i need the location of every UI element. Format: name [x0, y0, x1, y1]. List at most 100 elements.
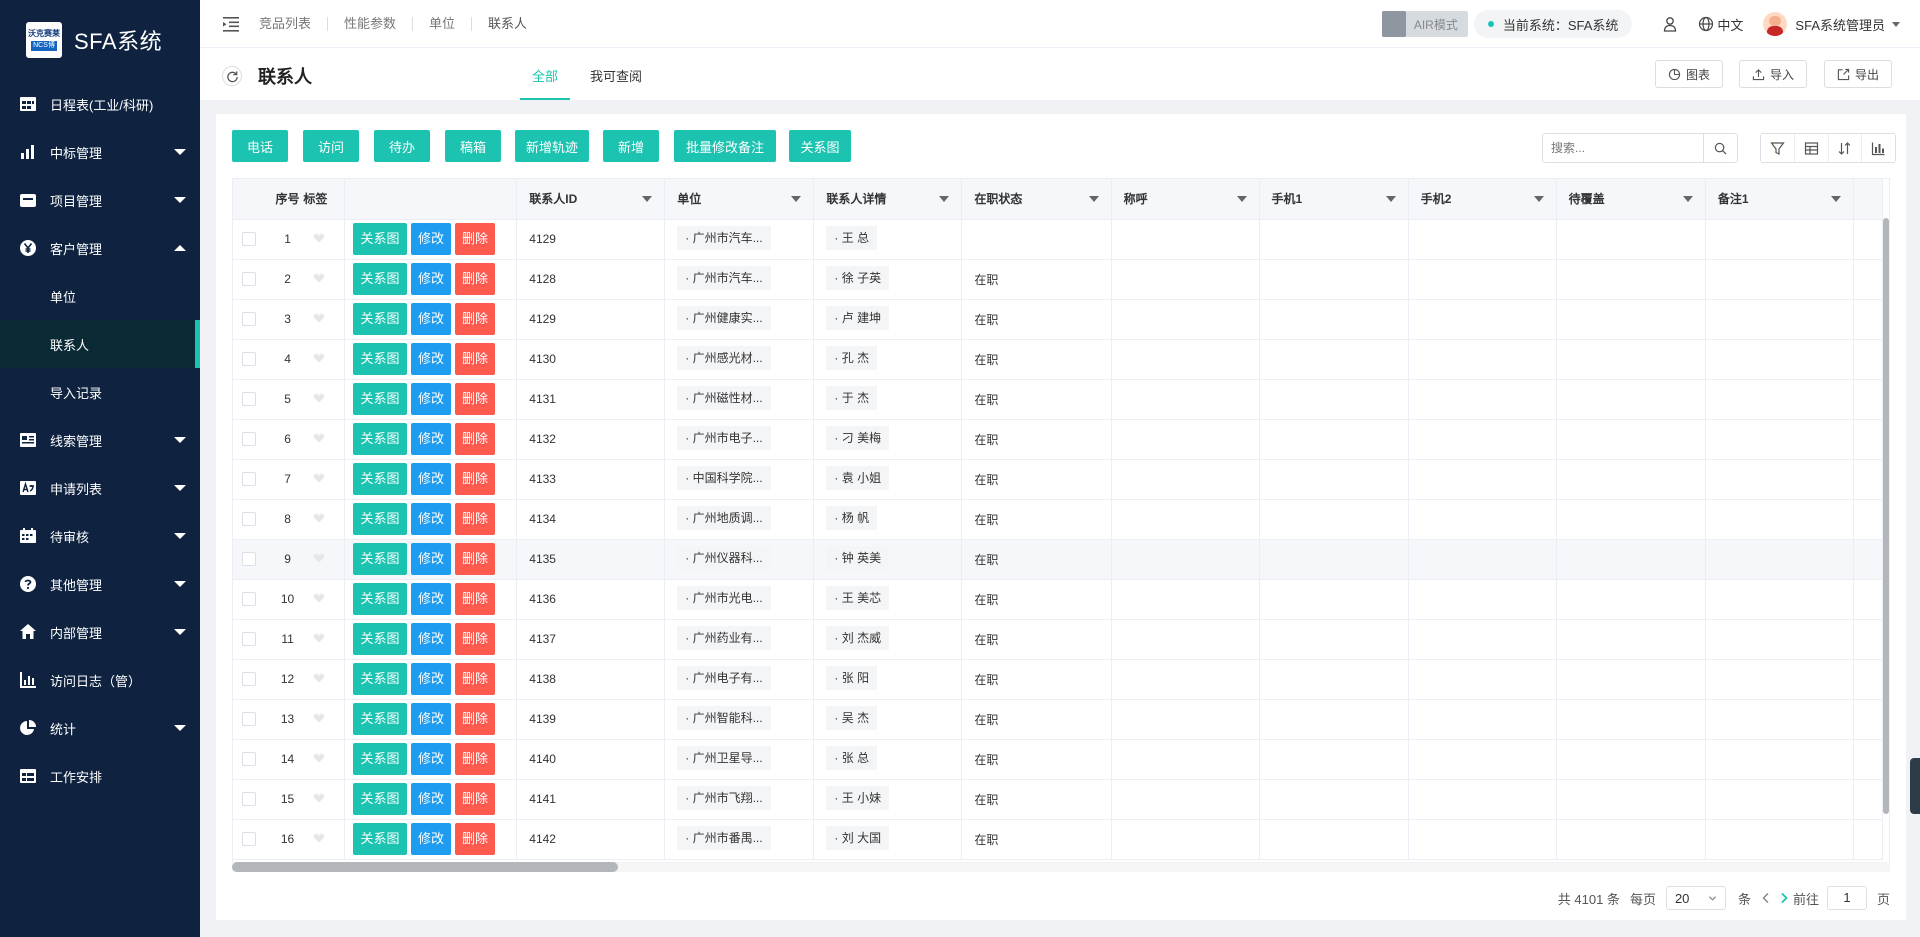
header-unit[interactable]: 单位	[664, 179, 815, 220]
relation-graph-button[interactable]: 关系图	[353, 503, 408, 535]
contact-link[interactable]: · 刘 杰威	[826, 625, 890, 650]
prev-page-icon[interactable]	[1759, 891, 1773, 905]
side-drawer-handle[interactable]	[1910, 758, 1920, 814]
row-checkbox[interactable]	[242, 672, 256, 686]
heart-icon[interactable]	[313, 432, 325, 444]
heart-icon[interactable]	[313, 472, 325, 484]
row-checkbox[interactable]	[242, 312, 256, 326]
heart-icon[interactable]	[313, 512, 325, 524]
contact-link[interactable]: · 刘 大国	[826, 825, 890, 850]
table-row[interactable]: 3 关系图 修改 删除 4129 · 广州健康实... · 卢 建坤 在职	[233, 299, 1884, 340]
phone-button[interactable]: 电话	[232, 130, 288, 162]
row-checkbox[interactable]	[242, 792, 256, 806]
row-checkbox[interactable]	[242, 592, 256, 606]
table-row[interactable]: 2 关系图 修改 删除 4128 · 广州市汽车... · 徐 子英 在职	[233, 259, 1884, 300]
heart-icon[interactable]	[313, 392, 325, 404]
sidebar-item-statistics[interactable]: 统计	[0, 704, 200, 752]
sidebar-item-work-schedule[interactable]: 工作安排	[0, 752, 200, 800]
edit-button[interactable]: 修改	[411, 743, 452, 775]
user-settings-button[interactable]	[1662, 16, 1678, 32]
search-input[interactable]	[1543, 134, 1703, 162]
delete-button[interactable]: 删除	[455, 223, 496, 255]
edit-button[interactable]: 修改	[411, 303, 452, 335]
contact-link[interactable]: · 徐 子英	[826, 265, 890, 290]
table-row[interactable]: 14 关系图 修改 删除 4140 · 广州卫星导... · 张 总在职	[233, 739, 1884, 780]
contact-link[interactable]: · 杨 帆	[826, 505, 878, 530]
header-mobile2[interactable]: 手机2	[1408, 179, 1557, 220]
page-size-select[interactable]: 20	[1665, 886, 1726, 910]
tab-viewable[interactable]: 我可查阅	[578, 66, 654, 100]
row-checkbox[interactable]	[242, 392, 256, 406]
relation-graph-button[interactable]: 关系图	[353, 343, 408, 375]
edit-button[interactable]: 修改	[411, 703, 452, 735]
refresh-button[interactable]	[222, 66, 242, 86]
sidebar-subitem-units[interactable]: 单位	[0, 272, 200, 320]
delete-button[interactable]: 删除	[455, 303, 496, 335]
heart-icon[interactable]	[313, 272, 325, 284]
relation-graph-button[interactable]: 关系图	[353, 743, 408, 775]
contact-link[interactable]: · 吴 杰	[826, 705, 878, 730]
sidebar-subitem-import-log[interactable]: 导入记录	[0, 368, 200, 416]
table-row[interactable]: 9 关系图 修改 删除 4135 · 广州仪器科... · 钟 英美 在职	[233, 539, 1884, 580]
table-row[interactable]: 6 关系图 修改 删除 4132 · 广州市电子... · 刁 美梅 在职	[233, 419, 1884, 460]
unit-link[interactable]: · 广州市汽车...	[677, 225, 771, 250]
air-mode-toggle[interactable]: AIR模式	[1381, 11, 1468, 37]
table-row[interactable]: 13 关系图 修改 删除 4139 · 广州智能科... · 吴 杰在职	[233, 699, 1884, 740]
relation-graph-button[interactable]: 关系图	[353, 423, 408, 455]
delete-button[interactable]: 删除	[455, 423, 496, 455]
header-salutation[interactable]: 称呼	[1111, 179, 1260, 220]
breadcrumb-item[interactable]: 联系人	[472, 16, 543, 31]
language-switch[interactable]: 中文	[1698, 15, 1743, 34]
heart-icon[interactable]	[313, 792, 325, 804]
unit-link[interactable]: · 广州市番禺...	[677, 825, 771, 850]
edit-button[interactable]: 修改	[411, 823, 452, 855]
table-row[interactable]: 11 关系图 修改 删除 4137 · 广州药业有... · 刘 杰威 在职	[233, 619, 1884, 660]
table-row[interactable]: 12 关系图 修改 删除 4138 · 广州电子有... · 张 阳在职	[233, 659, 1884, 700]
delete-button[interactable]: 删除	[455, 823, 496, 855]
relation-graph-button[interactable]: 关系图	[353, 703, 408, 735]
next-page-icon[interactable]	[1777, 891, 1791, 905]
header-contact-details[interactable]: 联系人详情	[813, 179, 963, 220]
relation-graph-button[interactable]: 关系图	[353, 263, 408, 295]
heart-icon[interactable]	[313, 672, 325, 684]
relation-graph-button[interactable]: 关系图	[353, 823, 408, 855]
row-checkbox[interactable]	[242, 512, 256, 526]
edit-button[interactable]: 修改	[411, 503, 452, 535]
tab-all[interactable]: 全部	[520, 66, 571, 100]
filter-button[interactable]	[1761, 134, 1795, 162]
contact-link[interactable]: · 王 小妹	[826, 785, 890, 810]
contact-link[interactable]: · 于 杰	[826, 385, 878, 410]
sort-button[interactable]	[1829, 134, 1863, 162]
delete-button[interactable]: 删除	[455, 383, 496, 415]
heart-icon[interactable]	[313, 712, 325, 724]
contact-link[interactable]: · 刁 美梅	[826, 425, 890, 450]
relation-graph-button[interactable]: 关系图	[353, 583, 408, 615]
unit-link[interactable]: · 广州感光材...	[677, 345, 771, 370]
drafts-button[interactable]: 稿箱	[445, 130, 501, 162]
contact-link[interactable]: · 卢 建坤	[826, 305, 890, 330]
relation-graph-button[interactable]: 关系图	[353, 223, 408, 255]
header-mobile1[interactable]: 手机1	[1259, 179, 1409, 220]
unit-link[interactable]: · 广州药业有...	[677, 625, 771, 650]
delete-button[interactable]: 删除	[455, 343, 496, 375]
edit-button[interactable]: 修改	[411, 463, 452, 495]
unit-link[interactable]: · 中国科学院...	[677, 465, 771, 490]
search-button[interactable]	[1703, 134, 1737, 162]
heart-icon[interactable]	[313, 312, 325, 324]
table-row[interactable]: 7 关系图 修改 删除 4133 · 中国科学院... · 袁 小姐 在职	[233, 459, 1884, 500]
todo-button[interactable]: 待办	[374, 130, 430, 162]
vertical-scrollbar[interactable]	[1883, 218, 1889, 814]
page-number-input[interactable]: 1	[1826, 886, 1867, 910]
unit-link[interactable]: · 广州地质调...	[677, 505, 771, 530]
export-button[interactable]: 导出	[1824, 60, 1893, 88]
menu-fold-icon[interactable]	[221, 14, 241, 34]
heart-icon[interactable]	[313, 232, 325, 244]
row-checkbox[interactable]	[242, 832, 256, 846]
row-checkbox[interactable]	[242, 752, 256, 766]
delete-button[interactable]: 删除	[455, 703, 496, 735]
sidebar-subitem-contacts[interactable]: 联系人	[0, 320, 200, 368]
edit-button[interactable]: 修改	[411, 343, 452, 375]
contact-link[interactable]: · 袁 小姐	[826, 465, 890, 490]
row-checkbox[interactable]	[242, 432, 256, 446]
heart-icon[interactable]	[313, 552, 325, 564]
